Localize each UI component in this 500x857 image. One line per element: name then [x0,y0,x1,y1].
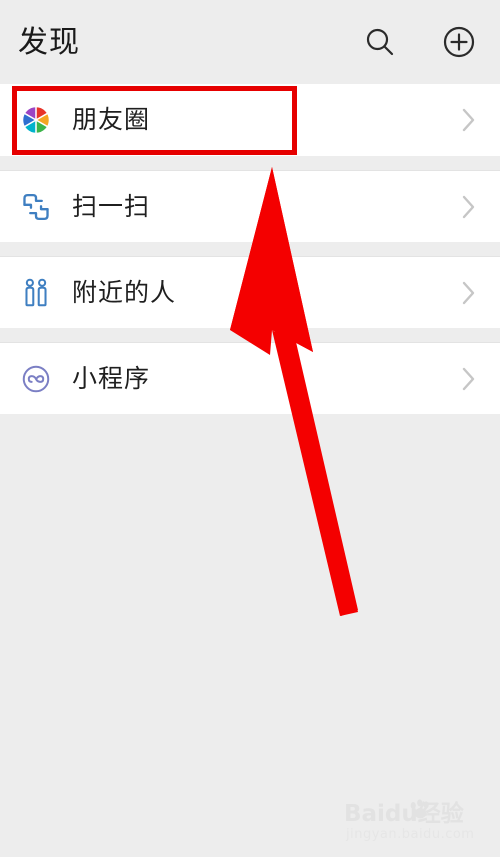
watermark: Baidu经验 jingyan.baidu.com [344,799,492,847]
list-separator [0,156,500,170]
list-separator [0,328,500,342]
plus-circle-icon [443,26,475,58]
mini-program-icon [16,359,56,399]
header-actions [340,0,500,84]
list-item-label: 附近的人 [72,277,177,307]
chevron-right-icon [460,107,478,133]
list-item-mini-program[interactable]: 小程序 [0,342,500,414]
moments-aperture-icon [16,100,56,140]
search-button[interactable] [360,22,400,62]
chevron-right-icon [460,194,478,220]
chevron-right-icon [460,280,478,306]
search-icon [366,28,394,56]
app-header: 发现 [0,0,500,84]
wechat-discover-screen: 发现 朋友圈 扫一扫 附近的人 小程序 Baidu经验 jingyan.baid… [0,0,500,857]
list-item-label: 朋友圈 [72,105,151,134]
chevron-right-icon [460,366,478,392]
list-item-people-nearby[interactable]: 附近的人 [0,256,500,328]
scan-qr-icon [16,187,56,227]
page-title: 发现 [18,25,80,60]
paw-icon [410,799,429,819]
list-separator [0,242,500,256]
watermark-main-text: Baidu经验 [344,801,464,827]
list-item-label: 小程序 [72,363,151,393]
people-nearby-icon [16,273,56,313]
list-item-scan[interactable]: 扫一扫 [0,170,500,242]
discover-list: 朋友圈 扫一扫 附近的人 小程序 [0,84,500,428]
list-bottom-edge [0,414,500,428]
watermark-sub-text: jingyan.baidu.com [346,827,475,842]
list-item-moments[interactable]: 朋友圈 [0,84,500,156]
add-button[interactable] [439,22,479,62]
list-item-label: 扫一扫 [72,191,151,221]
